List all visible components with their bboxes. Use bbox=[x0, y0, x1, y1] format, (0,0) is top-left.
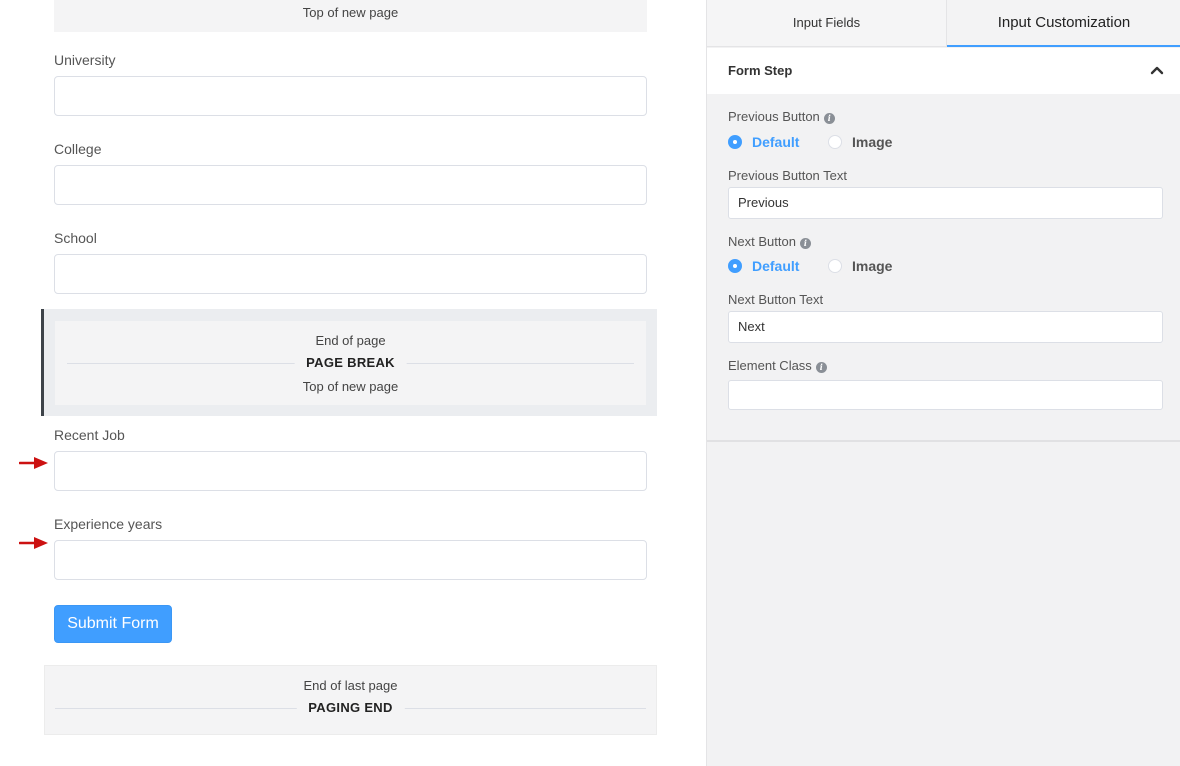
page-break-block[interactable]: End of page PAGE BREAK Top of new page bbox=[41, 309, 657, 416]
info-icon[interactable]: i bbox=[823, 113, 835, 124]
previous-button-text-label: Previous Button Text bbox=[728, 168, 847, 183]
info-icon[interactable]: i bbox=[815, 362, 827, 373]
school-input[interactable] bbox=[54, 254, 647, 294]
next-button-label: Next Button i bbox=[728, 234, 811, 249]
red-arrow-icon bbox=[19, 457, 48, 469]
experience-years-label: Experience years bbox=[54, 516, 163, 532]
radio-checked-icon bbox=[728, 259, 742, 273]
element-class-input[interactable] bbox=[728, 380, 1163, 410]
section-divider bbox=[707, 440, 1180, 442]
element-class-label: Element Class i bbox=[728, 358, 827, 373]
end-of-last-page-text: End of last page bbox=[303, 678, 398, 693]
tab-input-customization[interactable]: Input Customization bbox=[947, 0, 1180, 47]
radio-unchecked-icon bbox=[828, 135, 842, 149]
previous-button-radio-group: Default Image bbox=[728, 134, 1028, 152]
submit-form-button[interactable]: Submit Form bbox=[54, 605, 172, 643]
recent-job-label: Recent Job bbox=[54, 427, 125, 443]
form-canvas: Top of new page University College Schoo… bbox=[0, 0, 706, 766]
college-input[interactable] bbox=[54, 165, 647, 205]
form-step-title: Form Step bbox=[728, 63, 793, 78]
tab-input-fields[interactable]: Input Fields bbox=[707, 0, 947, 47]
form-step-header[interactable]: Form Step bbox=[707, 48, 1180, 94]
page-break-title: PAGE BREAK bbox=[294, 355, 407, 370]
previous-button-text-input[interactable]: Previous bbox=[728, 187, 1163, 219]
next-button-text-input[interactable]: Next bbox=[728, 311, 1163, 343]
university-input[interactable] bbox=[54, 76, 647, 116]
recent-job-input[interactable] bbox=[54, 451, 647, 491]
page-break-inner: End of page PAGE BREAK Top of new page bbox=[55, 321, 646, 405]
top-of-new-page-text: Top of new page bbox=[302, 5, 399, 20]
radio-unchecked-icon bbox=[828, 259, 842, 273]
info-icon[interactable]: i bbox=[799, 238, 811, 249]
previous-button-label: Previous Button i bbox=[728, 109, 835, 124]
experience-years-input[interactable] bbox=[54, 540, 647, 580]
settings-panel: Input Fields Input Customization Form St… bbox=[706, 0, 1180, 766]
panel-tabs: Input Fields Input Customization bbox=[707, 0, 1180, 47]
top-of-new-page-text: Top of new page bbox=[302, 379, 399, 394]
school-label: School bbox=[54, 230, 97, 246]
red-arrow-icon bbox=[19, 537, 48, 549]
next-button-text-label: Next Button Text bbox=[728, 292, 824, 307]
chevron-up-icon[interactable] bbox=[1150, 65, 1164, 75]
form-step-body: Previous Button i Default Image Previous … bbox=[707, 94, 1180, 440]
college-label: College bbox=[54, 141, 102, 157]
paging-end-block[interactable]: End of last page PAGING END bbox=[44, 665, 657, 735]
next-button-radio-group: Default Image bbox=[728, 258, 1028, 276]
page-break-top: Top of new page bbox=[54, 0, 647, 32]
university-label: University bbox=[54, 52, 116, 68]
radio-checked-icon bbox=[728, 135, 742, 149]
paging-end-title: PAGING END bbox=[296, 700, 405, 715]
end-of-page-text: End of page bbox=[315, 333, 386, 348]
